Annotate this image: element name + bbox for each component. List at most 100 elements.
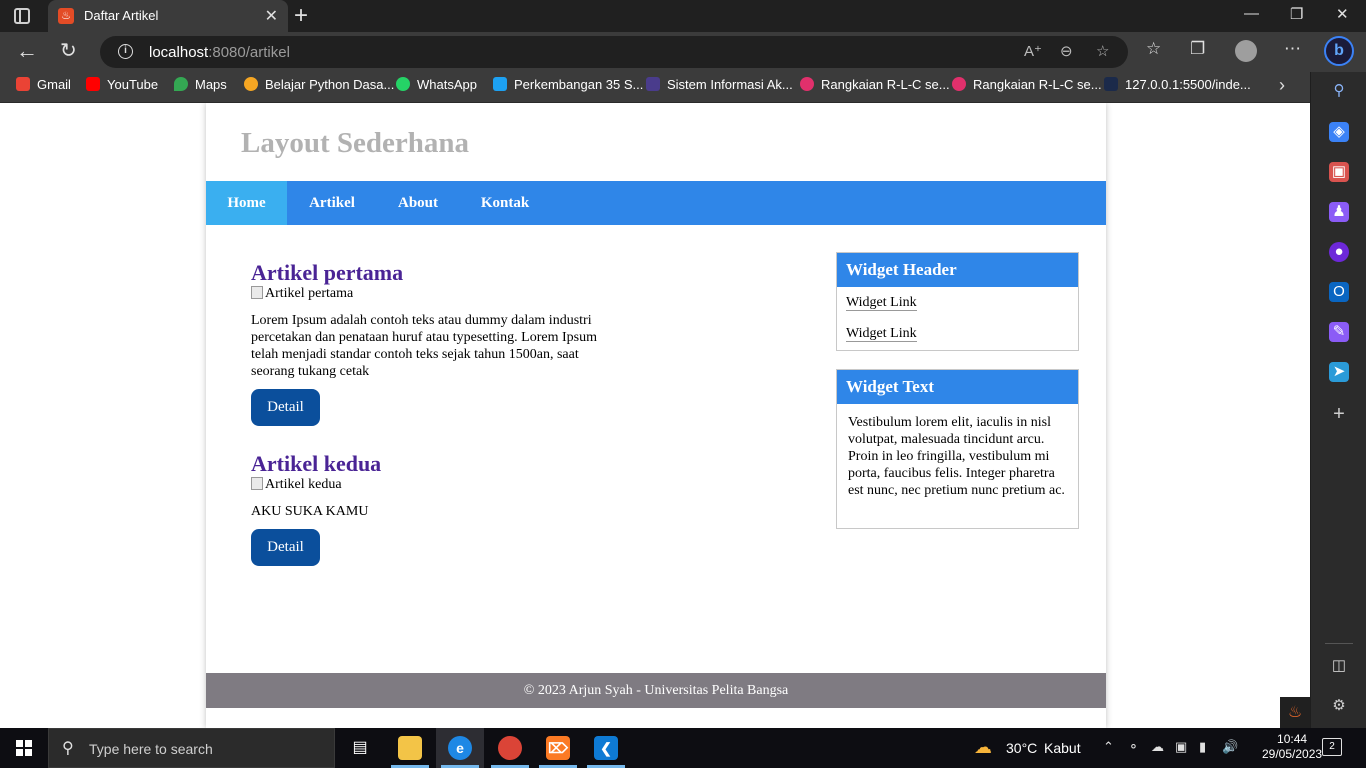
onedrive-cloud-icon[interactable]: ☁ <box>1151 739 1164 755</box>
bookmark-python[interactable]: Belajar Python Dasa... <box>244 77 394 92</box>
profile-avatar[interactable] <box>1235 40 1257 62</box>
task-view-icon[interactable]: ▤ <box>336 728 384 768</box>
reload-icon[interactable]: ↻ <box>60 38 77 63</box>
url-input[interactable]: i localhost:8080/artikel A⁺ ⊖ ☆ <box>100 36 1128 68</box>
panel-icon[interactable]: ◫ <box>1329 656 1349 676</box>
broken-image-icon <box>251 286 263 299</box>
bookmark-gmail[interactable]: Gmail <box>16 77 71 92</box>
outlook-icon[interactable]: O <box>1329 282 1349 302</box>
codeigniter-favicon-icon: ♨ <box>58 8 74 24</box>
display-icon[interactable]: ▣ <box>1175 739 1187 755</box>
weather-temp[interactable]: 30°C <box>1006 740 1037 756</box>
bookmark-localhost[interactable]: 127.0.0.1:5500/inde... <box>1104 77 1251 92</box>
vscode-icon[interactable]: ❮ <box>582 728 630 768</box>
tab-title: Daftar Artikel <box>84 8 159 23</box>
edge-browser-icon[interactable]: e <box>436 728 484 768</box>
youtube-icon <box>86 77 100 91</box>
site-info-icon[interactable]: i <box>118 44 133 59</box>
maps-icon <box>174 77 188 91</box>
tab-actions-icon[interactable] <box>14 8 30 24</box>
rangkaian-icon <box>800 77 814 91</box>
article-image: Artikel pertama <box>251 286 353 302</box>
widget-link[interactable]: Widget Link <box>837 318 1078 349</box>
bing-chat-icon[interactable]: b <box>1324 36 1354 66</box>
nav-home[interactable]: Home <box>206 181 287 225</box>
edge-sidebar: ⚲ ◈ ▣ ♟ ● O ✎ ➤ + ◫ ⚙ <box>1310 72 1366 728</box>
bookmark-maps[interactable]: Maps <box>174 77 227 92</box>
nav-artikel[interactable]: Artikel <box>287 181 377 225</box>
rangkaian-icon <box>952 77 966 91</box>
close-window-icon[interactable]: ✕ <box>1336 5 1349 23</box>
new-tab-icon[interactable]: + <box>294 2 308 30</box>
article-body: AKU SUKA KAMU <box>251 504 369 519</box>
notification-icon[interactable]: 2 <box>1322 738 1342 756</box>
weather-icon[interactable]: ☁ <box>974 737 992 758</box>
clock-date: 29/05/2023 <box>1262 747 1323 761</box>
favorites-icon[interactable]: ☆ <box>1146 39 1161 59</box>
bookmark-rangkaian-1[interactable]: Rangkaian R-L-C se... <box>800 77 950 92</box>
add-favorite-icon[interactable]: ☆ <box>1096 42 1109 60</box>
close-tab-icon[interactable]: ✕ <box>265 6 278 26</box>
bookmark-perkembangan[interactable]: Perkembangan 35 S... <box>493 77 643 92</box>
windows-start-icon[interactable] <box>16 740 32 756</box>
article-title[interactable]: Artikel pertama <box>251 260 403 286</box>
tools-icon[interactable]: ▣ <box>1329 162 1349 182</box>
page-viewport: Layout Sederhana Home Artikel About Kont… <box>0 103 1310 728</box>
page-footer: © 2023 Arjun Syah - Universitas Pelita B… <box>206 673 1106 708</box>
designer-icon[interactable]: ✎ <box>1329 322 1349 342</box>
chevron-right-icon[interactable]: › <box>1279 75 1285 96</box>
article-title[interactable]: Artikel kedua <box>251 451 381 477</box>
add-icon[interactable]: + <box>1329 404 1349 424</box>
widget-text: Widget Text Vestibulum lorem elit, iacul… <box>836 369 1079 529</box>
weather-description[interactable]: Kabut <box>1044 740 1081 756</box>
broken-image-icon <box>251 477 263 490</box>
main-navbar: Home Artikel About Kontak <box>206 181 1106 225</box>
widget-link[interactable]: Widget Link <box>837 287 1078 318</box>
whatsapp-icon <box>396 77 410 91</box>
back-arrow-icon[interactable]: ← <box>16 38 38 64</box>
page-container: Layout Sederhana Home Artikel About Kont… <box>206 103 1106 728</box>
zoom-out-icon[interactable]: ⊖ <box>1060 42 1073 60</box>
python-course-icon <box>244 77 258 91</box>
widget-header: Widget Text <box>837 370 1078 404</box>
file-explorer-icon[interactable] <box>386 728 434 768</box>
search-icon[interactable]: ⚲ <box>1329 81 1349 101</box>
minimize-icon[interactable]: — <box>1244 5 1259 22</box>
codeigniter-toolbar-icon[interactable]: ♨ <box>1280 697 1310 728</box>
article-body: Lorem Ipsum adalah contoh teks atau dumm… <box>251 313 597 379</box>
collections-icon[interactable]: ❐ <box>1190 39 1205 59</box>
system-clock[interactable]: 10:44 29/05/2023 <box>1262 732 1322 762</box>
send-icon[interactable]: ➤ <box>1329 362 1349 382</box>
browser-tab-active[interactable]: ♨ Daftar Artikel ✕ <box>48 0 288 32</box>
article-image: Artikel kedua <box>251 477 342 493</box>
read-aloud-icon[interactable]: A⁺ <box>1024 42 1042 60</box>
page-icon <box>1104 77 1118 91</box>
restore-icon[interactable]: ❐ <box>1290 5 1303 23</box>
nav-kontak[interactable]: Kontak <box>459 181 551 225</box>
chevron-up-icon[interactable]: ⌃ <box>1103 739 1114 755</box>
bookmark-whatsapp[interactable]: WhatsApp <box>396 77 477 92</box>
widget-links: Widget Header Widget Link Widget Link <box>836 252 1079 351</box>
browser-tab-bar: ♨ Daftar Artikel ✕ + — ❐ ✕ <box>0 0 1366 32</box>
speaker-icon[interactable]: 🔊 <box>1222 739 1238 755</box>
xampp-icon[interactable]: ⌦ <box>534 728 582 768</box>
clock-time: 10:44 <box>1277 732 1308 746</box>
more-menu-icon[interactable]: ⋯ <box>1284 39 1301 59</box>
microsoft-365-icon[interactable]: ● <box>1329 242 1349 262</box>
taskbar-search-input[interactable]: ⚲ Type here to search <box>48 728 335 768</box>
detail-button[interactable]: Detail <box>251 389 320 426</box>
bookmark-youtube[interactable]: YouTube <box>86 77 158 92</box>
search-placeholder: Type here to search <box>89 741 213 757</box>
chrome-icon[interactable] <box>486 728 534 768</box>
bookmarks-bar: Gmail YouTube Maps Belajar Python Dasa..… <box>0 72 1310 103</box>
bookmark-sistem-informasi[interactable]: Sistem Informasi Ak... <box>646 77 793 92</box>
microphone-icon[interactable]: ⚬ <box>1128 739 1139 755</box>
sidebar-divider <box>1325 643 1353 644</box>
games-icon[interactable]: ♟ <box>1329 202 1349 222</box>
battery-icon[interactable]: ▮ <box>1199 739 1206 755</box>
detail-button[interactable]: Detail <box>251 529 320 566</box>
shopping-tag-icon[interactable]: ◈ <box>1329 122 1349 142</box>
settings-gear-icon[interactable]: ⚙ <box>1329 696 1349 716</box>
nav-about[interactable]: About <box>377 181 459 225</box>
bookmark-rangkaian-2[interactable]: Rangkaian R-L-C se... <box>952 77 1102 92</box>
